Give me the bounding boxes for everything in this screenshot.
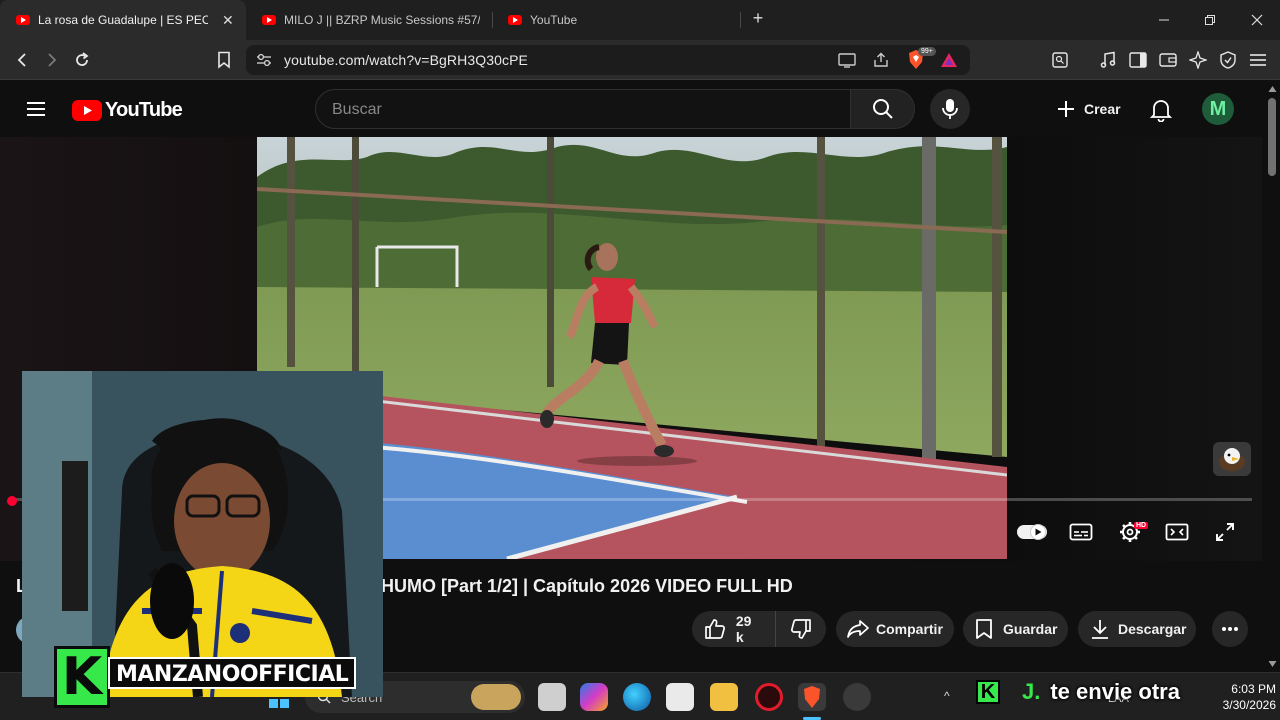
stream-chat-overlay: K J. te envie otra	[976, 676, 1180, 708]
theater-mode-icon[interactable]	[1161, 518, 1193, 546]
download-label: Descargar	[1118, 621, 1187, 637]
scroll-down-icon[interactable]	[1268, 660, 1277, 668]
thumbs-down-icon	[791, 619, 811, 639]
bookmark-save-icon	[976, 619, 992, 639]
youtube-favicon-icon	[508, 15, 522, 25]
search-highlight-image	[471, 684, 521, 710]
download-button[interactable]: Descargar	[1078, 611, 1196, 647]
task-view-icon[interactable]	[538, 683, 566, 711]
new-tab-button[interactable]: +	[748, 8, 768, 32]
tab-title: La rosa de Guadalupe | ES PEOR	[38, 13, 208, 27]
opera-icon[interactable]	[755, 683, 783, 711]
reload-icon[interactable]	[70, 48, 94, 72]
search-input[interactable]: Buscar	[315, 89, 851, 129]
file-explorer-icon[interactable]	[710, 683, 738, 711]
youtube-header: YouTube Buscar Crear M	[0, 81, 1280, 137]
youtube-favicon-icon	[16, 15, 30, 25]
youtube-play-icon	[72, 100, 102, 121]
wallet-icon[interactable]	[1156, 48, 1180, 72]
guide-menu-icon[interactable]	[24, 97, 48, 121]
hd-badge: HD	[1134, 522, 1149, 529]
copilot-icon[interactable]	[580, 683, 608, 711]
brave-taskbar-icon[interactable]	[798, 683, 826, 711]
restore-window-icon[interactable]	[1198, 8, 1222, 32]
search-button[interactable]	[851, 89, 915, 129]
url-text: youtube.com/watch?v=BgRH3Q30cPE	[284, 52, 528, 68]
close-window-icon[interactable]	[1245, 8, 1269, 32]
like-button[interactable]: 29 k	[692, 611, 776, 647]
thumbs-up-icon	[705, 619, 725, 639]
site-settings-icon[interactable]	[256, 53, 272, 67]
microsoft-store-icon[interactable]	[666, 683, 694, 711]
plus-icon	[1058, 101, 1074, 117]
download-icon	[1092, 620, 1108, 639]
brave-rewards-icon[interactable]	[940, 52, 958, 68]
show-hidden-icons-icon[interactable]: ^	[944, 689, 950, 703]
tab-title: YouTube	[530, 13, 578, 27]
back-icon[interactable]	[10, 48, 34, 72]
microphone-icon	[942, 99, 958, 119]
scrollbar-thumb[interactable]	[1268, 98, 1276, 176]
chat-username: J.	[1022, 679, 1041, 704]
progress-scrubber-handle[interactable]	[7, 496, 17, 506]
share-arrow-icon	[847, 620, 869, 638]
youtube-logo[interactable]: YouTube	[72, 99, 183, 122]
clock-time: 6:03 PM	[1231, 682, 1276, 696]
chatgpt-icon[interactable]	[843, 683, 871, 711]
chat-message: te envie otra	[1050, 679, 1180, 704]
like-count: 29 k	[735, 613, 752, 645]
fullscreen-icon[interactable]	[1209, 518, 1241, 546]
subtitles-icon[interactable]	[1065, 518, 1097, 546]
shields-count-badge: 99+	[918, 47, 936, 56]
tab-la-rosa-de-guadalupe[interactable]: La rosa de Guadalupe | ES PEOR ✕	[0, 0, 246, 40]
autoplay-toggle[interactable]	[1016, 518, 1048, 546]
youtube-favicon-icon	[262, 15, 276, 25]
taskbar-clock[interactable]: 6:03 PM 3/30/2026	[1196, 681, 1276, 713]
scroll-up-icon[interactable]	[1268, 85, 1277, 93]
leo-ai-icon[interactable]	[1186, 48, 1210, 72]
voice-search-button[interactable]	[930, 89, 970, 129]
forward-icon[interactable]	[40, 48, 64, 72]
search-placeholder: Buscar	[332, 101, 382, 118]
address-bar[interactable]: youtube.com/watch?v=BgRH3Q30cPE 99+	[246, 45, 970, 75]
create-button[interactable]: Crear	[1046, 89, 1131, 129]
notifications-bell-icon[interactable]	[1150, 98, 1172, 122]
search-icon	[872, 99, 893, 119]
create-label: Crear	[1084, 101, 1121, 117]
sidebar-toggle-icon[interactable]	[1126, 48, 1150, 72]
tab-youtube[interactable]: YouTube	[492, 0, 740, 40]
tab-milo-j[interactable]: MILO J || BZRP Music Sessions #57/66	[246, 0, 492, 40]
eagle-emoji-icon	[1213, 442, 1251, 476]
browser-toolbar: youtube.com/watch?v=BgRH3Q30cPE 99+	[0, 40, 1280, 108]
dislike-button[interactable]	[776, 611, 826, 647]
channel-brand-logo: K	[54, 646, 110, 708]
chat-badge-icon: K	[976, 680, 1000, 704]
cast-icon[interactable]	[838, 52, 856, 68]
like-dislike-group: 29 k	[692, 611, 826, 647]
bookmark-icon[interactable]	[212, 48, 236, 72]
share-page-icon[interactable]	[872, 51, 890, 69]
tab-divider	[740, 12, 741, 28]
video-title-visible: HUMO [Part 1/2] | Capítulo 2026 VIDEO FU…	[381, 576, 793, 596]
media-controls-icon[interactable]	[1096, 48, 1120, 72]
save-button[interactable]: Guardar	[963, 611, 1068, 647]
edge-icon[interactable]	[623, 683, 651, 711]
clock-date: 3/30/2026	[1222, 698, 1276, 712]
minimize-window-icon[interactable]	[1152, 8, 1176, 32]
vpn-icon[interactable]	[1216, 48, 1240, 72]
share-button[interactable]: Compartir	[836, 611, 954, 647]
reader-mode-icon[interactable]	[1048, 48, 1072, 72]
share-label: Compartir	[876, 621, 943, 637]
account-avatar[interactable]: M	[1202, 93, 1234, 125]
tab-title: MILO J || BZRP Music Sessions #57/66	[284, 13, 480, 27]
browser-menu-icon[interactable]	[1246, 48, 1270, 72]
more-actions-button[interactable]	[1212, 611, 1248, 647]
youtube-logo-text: YouTube	[105, 99, 183, 121]
channel-brand-name: MANZANOOFFICIAL	[108, 657, 357, 689]
more-horizontal-icon	[1222, 627, 1238, 631]
browser-tab-strip: La rosa de Guadalupe | ES PEOR ✕ MILO J …	[0, 0, 1280, 40]
save-label: Guardar	[1003, 621, 1058, 637]
close-tab-icon[interactable]: ✕	[222, 12, 234, 29]
